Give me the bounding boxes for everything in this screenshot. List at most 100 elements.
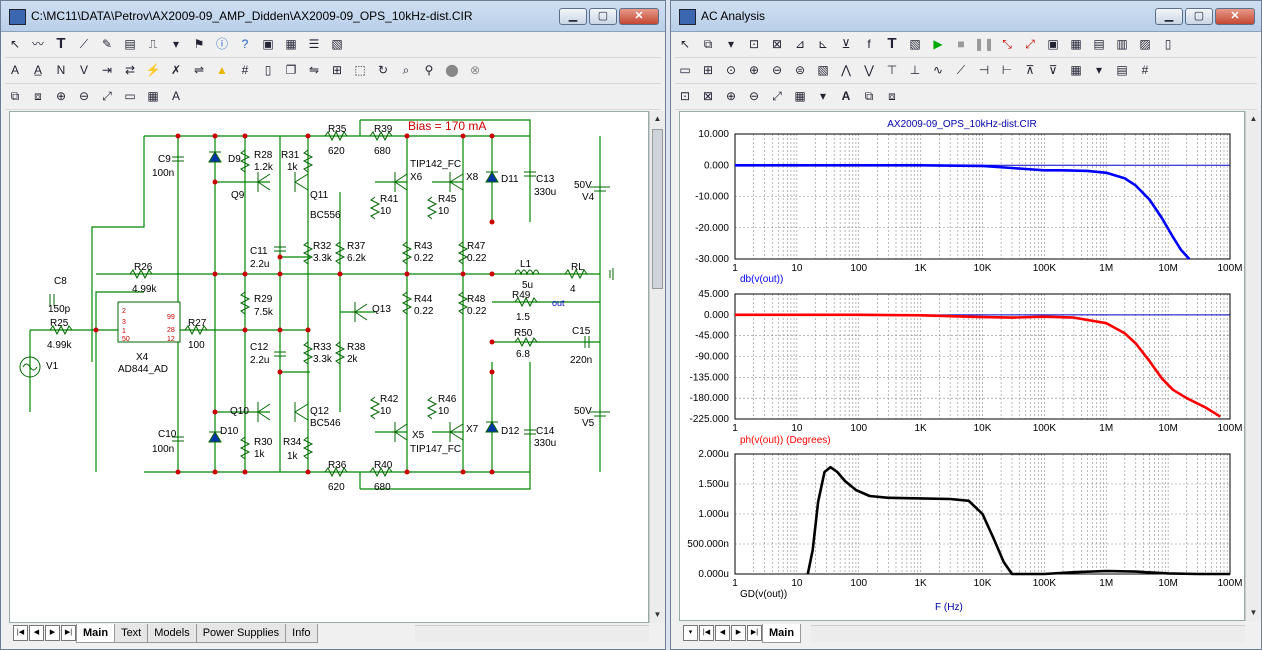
info-icon[interactable]: ⓘ (212, 34, 232, 54)
flag-icon[interactable]: ⚑ (189, 34, 209, 54)
schematic-vertical-scrollbar[interactable]: ▲ ▼ (649, 111, 665, 623)
current-icon[interactable]: ⇄ (120, 60, 140, 80)
calculator-icon[interactable]: ▦ (281, 34, 301, 54)
plot-canvas[interactable]: AX2009-09_OPS_10kHz-dist.CIR db(v(out)) … (679, 111, 1245, 621)
font-icon[interactable]: A (166, 86, 186, 106)
back-icon[interactable]: ⧈ (882, 86, 902, 106)
schematic-horizontal-scrollbar[interactable] (415, 625, 649, 642)
schematic-titlebar[interactable]: C:\MC11\DATA\Petrov\AX2009-09_AMP_Didden… (1, 1, 665, 32)
node-numbers-icon[interactable]: N (51, 60, 71, 80)
zoom-in-icon[interactable]: ⊕ (51, 86, 71, 106)
component-icon[interactable]: ⎍ (143, 34, 163, 54)
text-icon[interactable]: T (51, 34, 71, 54)
cross-icon[interactable]: ✗ (166, 60, 186, 80)
list-icon[interactable]: ☰ (304, 34, 324, 54)
tab-info[interactable]: Info (285, 623, 318, 643)
select-arrow-icon[interactable]: ↖ (675, 34, 695, 54)
zoom-box-icon[interactable]: ⊜ (790, 60, 810, 80)
front-icon[interactable]: ⧉ (859, 86, 879, 106)
dropdown-arrow-icon[interactable]: ▾ (166, 34, 186, 54)
schematic-canvas[interactable]: Bias = 170 mA R35 620 R39 680 C9 100n D9… (9, 111, 649, 623)
axis-icon[interactable]: ▭ (675, 60, 695, 80)
tile-icon[interactable]: ▦ (790, 86, 810, 106)
stop-icon[interactable]: ■ (951, 34, 971, 54)
scroll-thumb[interactable] (652, 129, 663, 289)
copy-icon[interactable]: ❐ (281, 60, 301, 80)
text-icon[interactable]: T (882, 34, 902, 54)
attribute-text-icon[interactable]: A (5, 60, 25, 80)
maximize-button[interactable]: ▢ (589, 8, 617, 25)
library-icon[interactable]: ▣ (258, 34, 278, 54)
select-arrow-icon[interactable]: ↖ (5, 34, 25, 54)
prev-tab-button[interactable]: ◀ (715, 625, 730, 641)
optimize-icon[interactable]: ⤢ (1020, 34, 1040, 54)
numbering-icon[interactable]: # (1135, 60, 1155, 80)
window-icon[interactable]: ▭ (120, 86, 140, 106)
global-low-icon[interactable]: ⊽ (1043, 60, 1063, 80)
zoom-out-icon[interactable]: ⊖ (767, 60, 787, 80)
line-draw-icon[interactable]: ⟋ (74, 34, 94, 54)
zoom-icon[interactable]: ⊙ (721, 60, 741, 80)
valley-icon[interactable]: ⋁ (859, 60, 879, 80)
global-high-icon[interactable]: ⊼ (1020, 60, 1040, 80)
binoculars-icon[interactable]: ⚲ (419, 60, 439, 80)
formula-icon[interactable]: f (859, 34, 879, 54)
power-icon[interactable]: ⚡ (143, 60, 163, 80)
scroll-up-arrow[interactable]: ▲ (1246, 111, 1261, 127)
tag-icon[interactable]: ⊿ (790, 34, 810, 54)
cancel-icon[interactable]: ⊗ (465, 60, 485, 80)
tab-main[interactable]: Main (762, 623, 802, 643)
analysis-horizontal-scrollbar[interactable] (811, 625, 1245, 642)
numeric-output-icon[interactable]: ▦ (1066, 34, 1086, 54)
report-icon[interactable]: ▧ (813, 60, 833, 80)
next-tab-button[interactable]: ▶ (45, 625, 60, 641)
zoom-fit-icon[interactable]: ⤢ (97, 86, 117, 106)
horizontal-tag-icon[interactable]: ⊻ (836, 34, 856, 54)
left-icon[interactable]: ⊣ (974, 60, 994, 80)
auto-scale-icon[interactable]: ⊠ (698, 86, 718, 106)
bounding-box-icon[interactable]: ⬚ (350, 60, 370, 80)
probe-icon[interactable]: ⇥ (97, 60, 117, 80)
zoom-out-icon[interactable]: ⊖ (744, 86, 764, 106)
tab-power-supplies[interactable]: Power Supplies (195, 623, 287, 643)
next-tab-button[interactable]: ▶ (731, 625, 746, 641)
box-icon[interactable]: ⊡ (744, 34, 764, 54)
prev-tab-button[interactable]: ◀ (29, 625, 44, 641)
macro-icon[interactable]: ⊞ (327, 60, 347, 80)
wire-icon[interactable]: 〰 (28, 34, 48, 54)
analysis-maximize-button[interactable]: ▢ (1185, 8, 1213, 25)
fit-icon[interactable]: ⊡ (675, 86, 695, 106)
inflection-icon[interactable]: ∿ (928, 60, 948, 80)
panel-icon[interactable]: ▯ (1158, 34, 1178, 54)
slope-icon[interactable]: ⟋ (951, 60, 971, 80)
rotate-icon[interactable]: ↻ (373, 60, 393, 80)
columns-icon[interactable]: ▥ (1112, 34, 1132, 54)
node-voltages-icon[interactable]: V (74, 60, 94, 80)
zoom-in-icon[interactable]: ⊕ (721, 86, 741, 106)
cursor-mode-icon[interactable]: ▦ (1066, 60, 1086, 80)
tokens-icon[interactable]: ▤ (1112, 60, 1132, 80)
high-icon[interactable]: ⊤ (882, 60, 902, 80)
tile-icon[interactable]: ▦ (143, 86, 163, 106)
dropdown-arrow-icon[interactable]: ▾ (1089, 60, 1109, 80)
zoom-out-icon[interactable]: ⊖ (74, 86, 94, 106)
pin-connections-icon[interactable]: ⇌ (189, 60, 209, 80)
help-icon[interactable]: ? (235, 34, 255, 54)
scroll-up-arrow[interactable]: ▲ (650, 111, 665, 127)
grid-icon[interactable]: ⊞ (698, 60, 718, 80)
dropdown-tab-button[interactable]: ▾ (683, 625, 698, 641)
analysis-vertical-scrollbar[interactable]: ▲ ▼ (1245, 111, 1261, 621)
dropdown-arrow-icon[interactable]: ▾ (813, 86, 833, 106)
properties-icon[interactable]: ▧ (905, 34, 925, 54)
flip-icon[interactable]: ⇋ (304, 60, 324, 80)
tab-text[interactable]: Text (114, 623, 149, 643)
page-icon[interactable]: ▯ (258, 60, 278, 80)
first-tab-button[interactable]: |◀ (13, 625, 28, 641)
right-icon[interactable]: ⊢ (997, 60, 1017, 80)
limits-icon[interactable]: ▣ (1043, 34, 1063, 54)
stop-icon[interactable]: ⬤ (442, 60, 462, 80)
scroll-down-arrow[interactable]: ▼ (1246, 605, 1261, 621)
last-tab-button[interactable]: ▶| (61, 625, 76, 641)
scale-icon[interactable]: ⧉ (698, 34, 718, 54)
peak-icon[interactable]: ⋀ (836, 60, 856, 80)
